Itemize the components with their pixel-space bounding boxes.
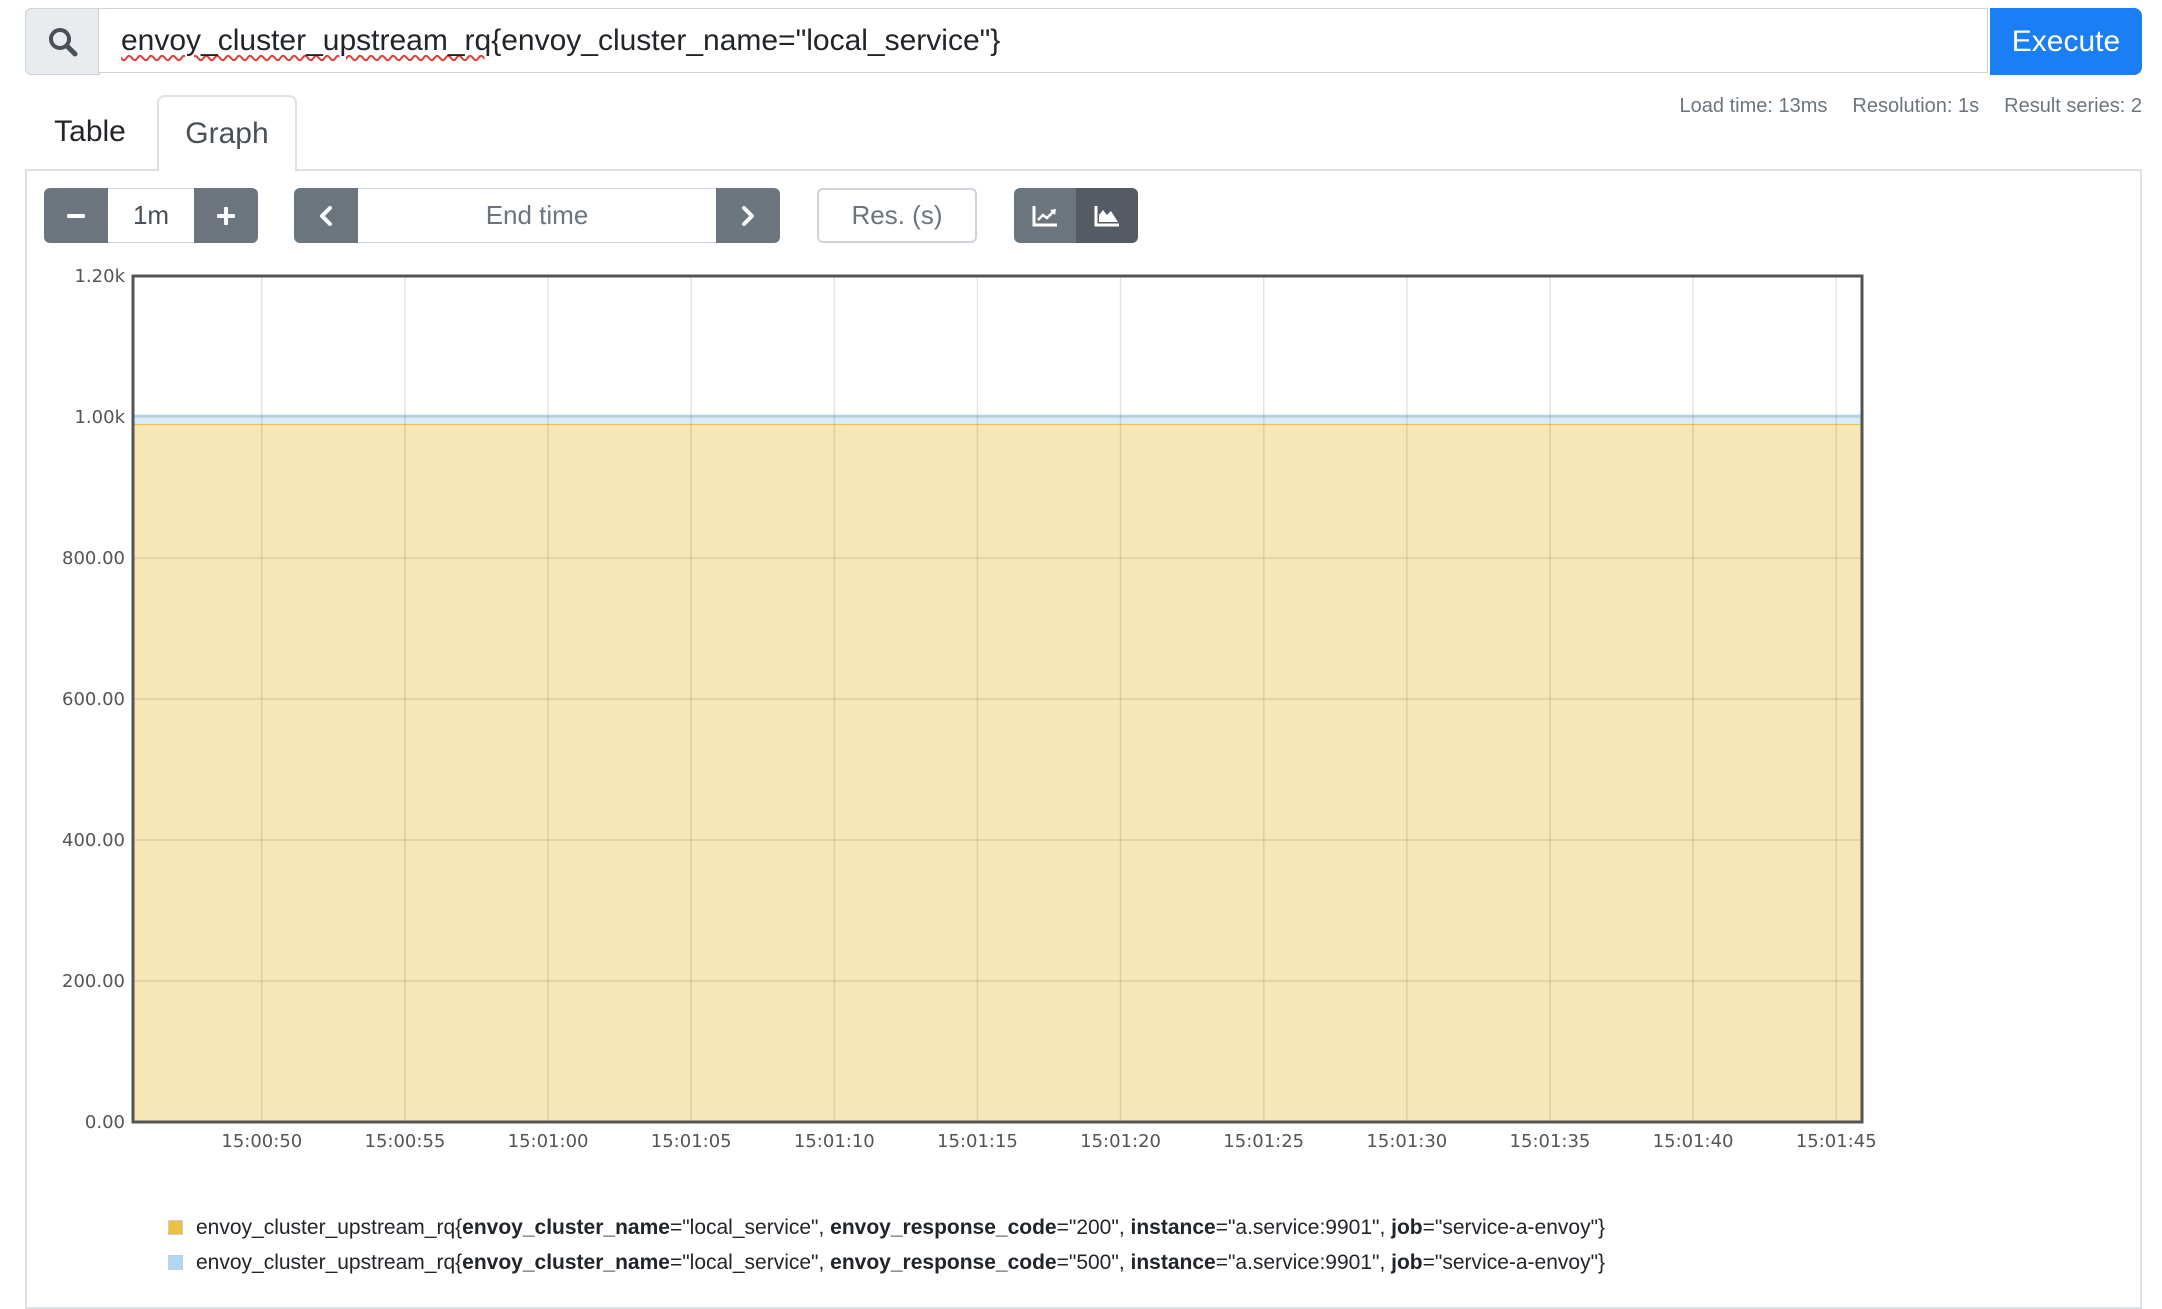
x-tick-label: 15:01:05 bbox=[651, 1131, 732, 1152]
x-tick-label: 15:01:25 bbox=[1223, 1131, 1304, 1152]
x-tick-label: 15:01:15 bbox=[937, 1131, 1018, 1152]
graph-legend: envoy_cluster_upstream_rq{envoy_cluster_… bbox=[168, 1210, 1605, 1280]
x-tick-label: 15:01:45 bbox=[1796, 1131, 1877, 1152]
legend-item[interactable]: envoy_cluster_upstream_rq{envoy_cluster_… bbox=[168, 1245, 1605, 1280]
legend-swatch bbox=[168, 1220, 183, 1235]
tab-graph[interactable]: Graph bbox=[157, 95, 297, 171]
y-tick-label: 800.00 bbox=[62, 548, 125, 569]
x-tick-label: 15:01:40 bbox=[1653, 1131, 1734, 1152]
legend-label: envoy_cluster_upstream_rq{envoy_cluster_… bbox=[196, 1250, 1606, 1274]
legend-label: envoy_cluster_upstream_rq{envoy_cluster_… bbox=[196, 1215, 1606, 1239]
x-tick-label: 15:00:55 bbox=[365, 1131, 446, 1152]
series-area-0 bbox=[133, 424, 1862, 1122]
legend-item[interactable]: envoy_cluster_upstream_rq{envoy_cluster_… bbox=[168, 1210, 1605, 1245]
graph-chart: 0.00 200.00 400.00 600.00 800.00 1.00k 1.20k 15… bbox=[62, 266, 1877, 1152]
y-tick-label: 1.20k bbox=[74, 266, 125, 287]
legend-swatch bbox=[168, 1255, 183, 1270]
y-tick-label: 600.00 bbox=[62, 689, 125, 710]
y-tick-label: 400.00 bbox=[62, 830, 125, 851]
x-tick-label: 15:01:00 bbox=[508, 1131, 589, 1152]
x-tick-label: 15:00:50 bbox=[221, 1131, 302, 1152]
x-tick-label: 15:01:10 bbox=[794, 1131, 875, 1152]
x-tick-label: 15:01:35 bbox=[1510, 1131, 1591, 1152]
y-tick-label: 0.00 bbox=[85, 1112, 125, 1133]
x-tick-label: 15:01:20 bbox=[1080, 1131, 1161, 1152]
y-tick-label: 200.00 bbox=[62, 971, 125, 992]
y-tick-label: 1.00k bbox=[74, 407, 125, 428]
x-tick-label: 15:01:30 bbox=[1366, 1131, 1447, 1152]
